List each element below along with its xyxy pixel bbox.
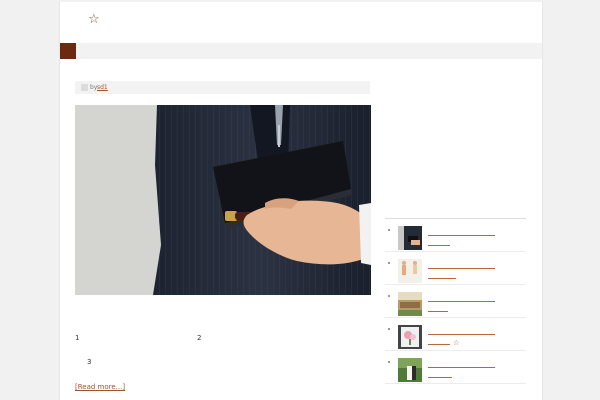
sidebar-recent-posts: ☆ [385, 218, 526, 384]
sidebar-post-title-link-2[interactable] [428, 311, 448, 312]
sidebar-post-item[interactable] [385, 351, 526, 384]
venue-hall-thumbnail[interactable] [398, 292, 422, 316]
sidebar-post-item[interactable] [385, 252, 526, 285]
sidebar-post-title-link[interactable] [428, 367, 495, 368]
sidebar-post-title-link-2[interactable] [428, 377, 452, 378]
nav-home-block[interactable] [60, 43, 76, 59]
sidebar-post-item[interactable] [385, 219, 526, 252]
sidebar-post-title-link[interactable] [428, 334, 495, 335]
star-icon[interactable]: ☆ [88, 12, 100, 28]
star-icon: ☆ [453, 339, 460, 347]
business-person-holding-notebook-image [75, 105, 371, 295]
post-meta-bar: by sd1 [75, 81, 370, 94]
wedding-couple-thumbnail[interactable] [398, 358, 422, 382]
excerpt-number-1: 1 [75, 334, 80, 342]
bullet-icon [388, 262, 390, 264]
sidebar-post-title-link[interactable] [428, 301, 495, 302]
flower-bouquet-thumbnail[interactable] [398, 325, 422, 349]
bullet-icon [388, 229, 390, 231]
sidebar-post-title-link-2[interactable] [428, 245, 450, 246]
excerpt-number-3: 3 [87, 358, 92, 366]
sidebar-post-item[interactable]: ☆ [385, 318, 526, 351]
read-more-link[interactable]: [Read more...] [75, 383, 125, 392]
bullet-icon [388, 295, 390, 297]
sidebar-post-title-link[interactable] [428, 235, 495, 236]
author-icon [81, 84, 88, 91]
women-dresses-thumbnail[interactable] [398, 259, 422, 283]
business-suit-thumbnail[interactable] [398, 226, 422, 250]
post-featured-image[interactable] [75, 105, 371, 295]
excerpt-number-2: 2 [197, 334, 202, 342]
bullet-icon [388, 328, 390, 330]
post-author-link[interactable]: sd1 [97, 81, 108, 94]
page-container: ☆ by sd1 1 2 3 [Read more...] ☆ [59, 2, 543, 400]
sidebar-post-title-link[interactable] [428, 268, 495, 269]
sidebar-post-title-link-2[interactable] [428, 278, 456, 279]
sidebar-post-title-link-2[interactable] [428, 344, 450, 345]
bullet-icon [388, 361, 390, 363]
nav-bar [60, 43, 542, 59]
sidebar-post-item[interactable] [385, 285, 526, 318]
